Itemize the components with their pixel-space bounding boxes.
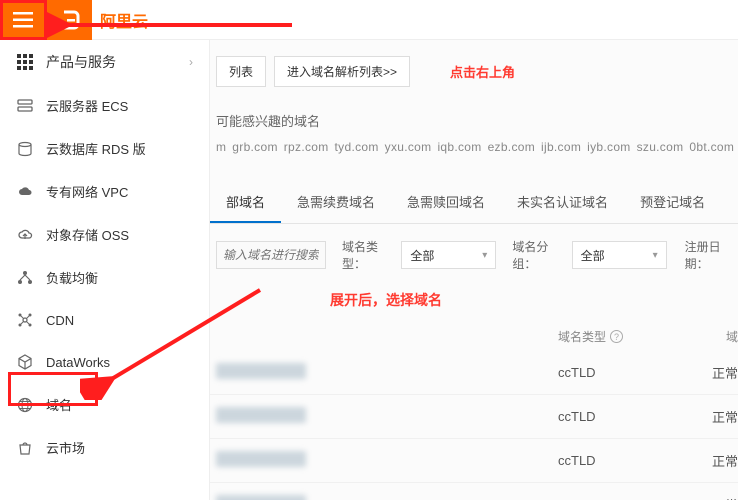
sidebar-item-rds[interactable]: 云数据库 RDS 版 bbox=[0, 127, 209, 170]
cell-type: ccTLD bbox=[558, 409, 698, 424]
main-content: 列表 进入域名解析列表>> 点击右上角 可能感兴趣的域名 m grb.com rpz… bbox=[210, 40, 738, 500]
filter-group-label: 域名分组： bbox=[512, 238, 565, 272]
table-row[interactable]: ccTLD正常 bbox=[210, 351, 738, 395]
cell-status: 正常 bbox=[698, 407, 738, 426]
globe-icon bbox=[16, 396, 34, 414]
sidebar-item-label: CDN bbox=[46, 313, 74, 328]
sidebar-head-label: 产品与服务 bbox=[46, 52, 116, 72]
table-row[interactable]: ccTLD正常 bbox=[210, 483, 738, 500]
cell-type: ccTLD bbox=[558, 365, 698, 380]
tab-redeem[interactable]: 急需赎回域名 bbox=[391, 182, 501, 223]
tab-prereg[interactable]: 预登记域名 bbox=[624, 182, 721, 223]
sidebar: 产品与服务 › 云服务器 ECS 云数据库 RDS 版 专有网络 VPC 对象存… bbox=[0, 40, 210, 500]
chevron-right-icon: › bbox=[189, 55, 193, 69]
suggested-domain[interactable]: ezb.com bbox=[488, 140, 535, 154]
hamburger-menu[interactable] bbox=[0, 0, 45, 40]
brand-name: 阿里云 bbox=[100, 8, 148, 32]
goto-parse-button[interactable]: 进入域名解析列表>> bbox=[274, 56, 410, 87]
annotation-top: 点击右上角 bbox=[450, 62, 515, 81]
suggested-domain[interactable]: ijb.com bbox=[541, 140, 581, 154]
col-type-label: 域名类型 bbox=[558, 328, 606, 345]
suggested-domain[interactable]: iqb.com bbox=[437, 140, 481, 154]
sidebar-item-label: 对象存储 OSS bbox=[46, 225, 129, 244]
sidebar-item-cdn[interactable]: CDN bbox=[0, 299, 209, 341]
loadbalance-icon bbox=[16, 269, 34, 287]
suggested-domain[interactable]: grb.com bbox=[232, 140, 277, 154]
suggested-domain[interactable]: tyd.com bbox=[335, 140, 379, 154]
col-status-label: 域 bbox=[698, 328, 738, 345]
server-icon bbox=[16, 97, 34, 115]
logo-box bbox=[47, 0, 92, 40]
sidebar-item-label: 云服务器 ECS bbox=[46, 96, 128, 115]
sidebar-item-label: 云市场 bbox=[46, 438, 85, 457]
cell-status: 正常 bbox=[698, 363, 738, 382]
blurred-domain bbox=[216, 451, 306, 467]
help-icon[interactable]: ? bbox=[610, 330, 623, 343]
cloud-lock-icon bbox=[16, 183, 34, 201]
sidebar-item-label: 负载均衡 bbox=[46, 268, 98, 287]
sidebar-item-label: 域名 bbox=[46, 395, 72, 414]
sidebar-item-market[interactable]: 云市场 bbox=[0, 426, 209, 469]
suggested-domains: m grb.com rpz.com tyd.com yxu.com iqb.com ezb.… bbox=[216, 140, 738, 154]
filter-type-label: 域名类型： bbox=[342, 238, 395, 272]
cell-status: 正常 bbox=[698, 451, 738, 470]
grid-icon bbox=[16, 53, 34, 71]
blurred-domain bbox=[216, 363, 306, 379]
hamburger-icon bbox=[13, 12, 33, 28]
annotation-mid: 展开后，选择域名 bbox=[330, 290, 738, 310]
sidebar-item-label: 云数据库 RDS 版 bbox=[46, 139, 146, 158]
suggested-domain[interactable]: szu.com bbox=[637, 140, 684, 154]
table-row[interactable]: ccTLD正常 bbox=[210, 395, 738, 439]
sidebar-item-label: DataWorks bbox=[46, 355, 110, 370]
suggested-domain[interactable]: yxu.com bbox=[385, 140, 432, 154]
interest-label: 可能感兴趣的域名 bbox=[216, 111, 738, 130]
blurred-domain bbox=[216, 495, 306, 500]
database-icon bbox=[16, 140, 34, 158]
search-input[interactable] bbox=[216, 241, 326, 269]
sidebar-item-domain[interactable]: 域名 bbox=[0, 383, 209, 426]
sidebar-head[interactable]: 产品与服务 › bbox=[0, 40, 209, 84]
list-button[interactable]: 列表 bbox=[216, 56, 266, 87]
blurred-domain bbox=[216, 407, 306, 423]
network-icon bbox=[16, 311, 34, 329]
cloud-upload-icon bbox=[16, 226, 34, 244]
caret-down-icon: ▾ bbox=[653, 250, 658, 261]
sidebar-item-dataworks[interactable]: DataWorks bbox=[0, 341, 209, 383]
suggested-domain[interactable]: rpz.com bbox=[284, 140, 329, 154]
group-select-value: 全部 bbox=[581, 247, 605, 264]
type-select[interactable]: 全部 ▾ bbox=[401, 241, 496, 269]
sidebar-item-vpc[interactable]: 专有网络 VPC bbox=[0, 170, 209, 213]
cube-icon bbox=[16, 353, 34, 371]
sidebar-item-oss[interactable]: 对象存储 OSS bbox=[0, 213, 209, 256]
brand-bracket-icon bbox=[58, 8, 82, 32]
cell-type: ccTLD bbox=[558, 453, 698, 468]
tabs: 部域名 急需续费域名 急需赎回域名 未实名认证域名 预登记域名 bbox=[210, 182, 738, 224]
caret-down-icon: ▾ bbox=[482, 250, 487, 261]
suggested-domain[interactable]: m bbox=[216, 140, 226, 154]
tab-unverified[interactable]: 未实名认证域名 bbox=[501, 182, 624, 223]
tab-renew[interactable]: 急需续费域名 bbox=[281, 182, 391, 223]
suggested-domain[interactable]: iyb.com bbox=[587, 140, 630, 154]
group-select[interactable]: 全部 ▾ bbox=[572, 241, 667, 269]
type-select-value: 全部 bbox=[410, 247, 434, 264]
suggested-domain[interactable]: 0bt.com bbox=[689, 140, 734, 154]
tab-all[interactable]: 部域名 bbox=[210, 182, 281, 223]
bag-icon bbox=[16, 439, 34, 457]
sidebar-item-ecs[interactable]: 云服务器 ECS bbox=[0, 84, 209, 127]
table-row[interactable]: ccTLD正常 bbox=[210, 439, 738, 483]
sidebar-item-label: 专有网络 VPC bbox=[46, 182, 128, 201]
cell-status: 正常 bbox=[698, 495, 738, 500]
sidebar-item-slb[interactable]: 负载均衡 bbox=[0, 256, 209, 299]
filter-regdate-label: 注册日期： bbox=[685, 238, 738, 272]
